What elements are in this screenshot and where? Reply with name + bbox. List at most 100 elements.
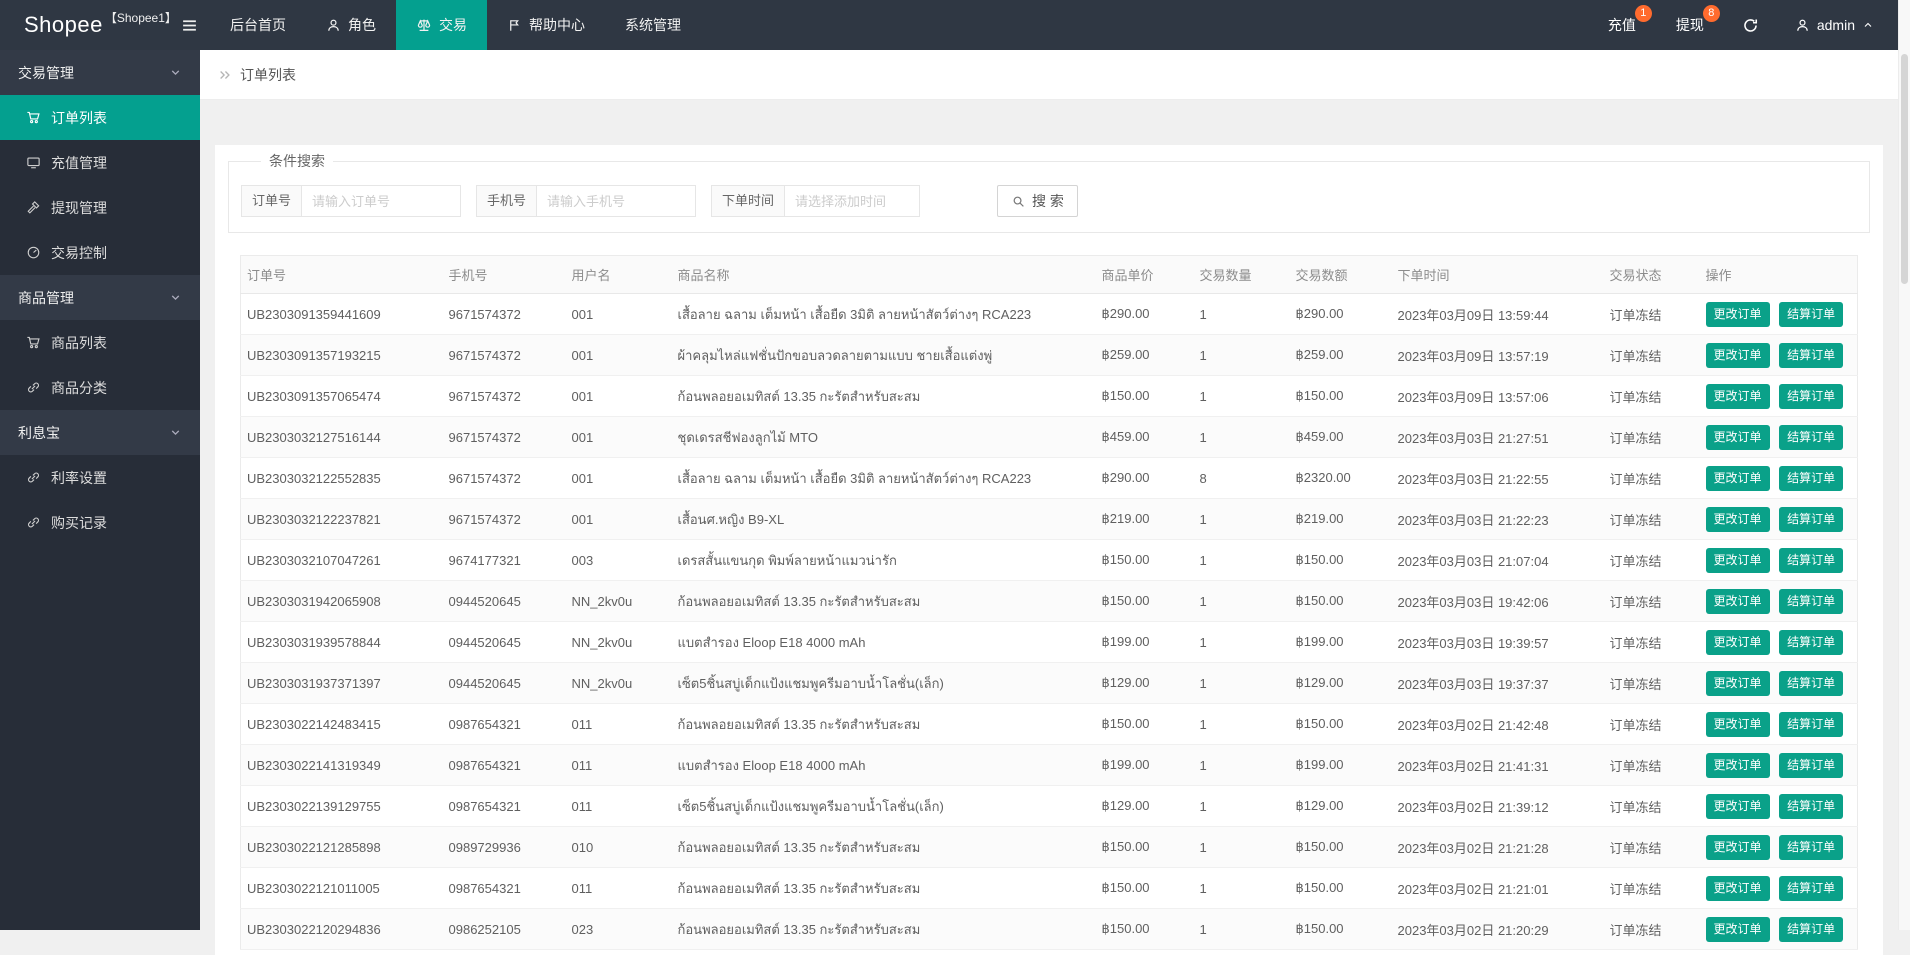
table-row: UB2303091359441609 9671574372 001 เสื้อล… [240, 293, 1858, 335]
cell-amount: ฿150.00 [1289, 375, 1392, 417]
cell-product-name: เซ็ต5ชิ้นสบู่เด็กแป้งแชมพูครีมอาบน้ำโลชั… [671, 785, 1096, 827]
cell-order-time: 2023年03月09日 13:57:19 [1391, 334, 1604, 376]
edit-order-button[interactable]: 更改订单 [1705, 465, 1770, 491]
sidebar-toggle-button[interactable] [168, 0, 210, 50]
cell-product-name: ผ้าคลุมไหล่แฟชั่นปักขอบลวดลายตามแบบ ชายเ… [671, 334, 1096, 376]
phone-filter-group: 手机号 [476, 185, 697, 217]
sidebar-item-recharge-management[interactable]: 充值管理 [0, 140, 200, 185]
settle-order-button[interactable]: 结算订单 [1779, 383, 1844, 409]
cell-amount: ฿2320.00 [1289, 457, 1392, 499]
cell-status: 订单冻结 [1603, 867, 1700, 909]
table-row: UB2303022121011005 0987654321 011 ก้อนพล… [240, 867, 1858, 909]
withdraw-notice-button[interactable]: 提现 8 [1656, 0, 1724, 50]
refresh-button[interactable] [1724, 0, 1777, 50]
edit-order-button[interactable]: 更改订单 [1705, 424, 1770, 450]
edit-order-button[interactable]: 更改订单 [1705, 916, 1770, 942]
phone-filter-label: 手机号 [476, 185, 537, 217]
cell-order-no: UB2303022121285898 [240, 826, 443, 868]
user-icon [1795, 18, 1810, 33]
user-menu[interactable]: admin [1777, 0, 1898, 50]
cell-phone: 9671574372 [442, 375, 566, 417]
cell-unit-price: ฿199.00 [1095, 621, 1194, 663]
nav-item-system[interactable]: 系统管理 [605, 0, 701, 50]
cell-order-time: 2023年03月09日 13:57:06 [1391, 375, 1604, 417]
user-icon [326, 18, 341, 33]
column-header-order-no: 订单号 [240, 255, 443, 294]
sidebar-item-rate-settings[interactable]: 利率设置 [0, 455, 200, 500]
edit-order-button[interactable]: 更改订单 [1705, 793, 1770, 819]
scales-icon [416, 17, 432, 33]
settle-order-button[interactable]: 结算订单 [1779, 670, 1844, 696]
chevron-up-icon [1862, 19, 1874, 31]
edit-order-button[interactable]: 更改订单 [1705, 342, 1770, 368]
cell-unit-price: ฿199.00 [1095, 744, 1194, 786]
page-scrollbar[interactable] [1898, 0, 1910, 930]
settle-order-button[interactable]: 结算订单 [1779, 506, 1844, 532]
nav-item-dashboard[interactable]: 后台首页 [210, 0, 306, 50]
edit-order-button[interactable]: 更改订单 [1705, 752, 1770, 778]
sidebar-section-product-management[interactable]: 商品管理 [0, 275, 200, 320]
sidebar-section-lixibao[interactable]: 利息宝 [0, 410, 200, 455]
search-button[interactable]: 搜 索 [997, 185, 1078, 217]
edit-order-button[interactable]: 更改订单 [1705, 834, 1770, 860]
sidebar-item-label: 利率设置 [51, 469, 107, 486]
settle-order-button[interactable]: 结算订单 [1779, 629, 1844, 655]
sidebar-item-label: 交易控制 [51, 244, 107, 261]
settle-order-button[interactable]: 结算订单 [1779, 301, 1844, 327]
cell-unit-price: ฿219.00 [1095, 498, 1194, 540]
phone-input[interactable] [536, 185, 697, 217]
settle-order-button[interactable]: 结算订单 [1779, 875, 1844, 901]
settle-order-button[interactable]: 结算订单 [1779, 793, 1844, 819]
settle-order-button[interactable]: 结算订单 [1779, 424, 1844, 450]
sidebar-item-withdraw-management[interactable]: 提现管理 [0, 185, 200, 230]
column-header-quantity: 交易数量 [1193, 255, 1290, 294]
nav-item-help[interactable]: 帮助中心 [487, 0, 605, 50]
cell-quantity: 1 [1193, 826, 1290, 868]
order-no-input[interactable] [301, 185, 462, 217]
order-time-input[interactable] [784, 185, 921, 217]
settle-order-button[interactable]: 结算订单 [1779, 465, 1844, 491]
settle-order-button[interactable]: 结算订单 [1779, 834, 1844, 860]
edit-order-button[interactable]: 更改订单 [1705, 383, 1770, 409]
search-panel-legend: 条件搜索 [269, 153, 325, 169]
edit-order-button[interactable]: 更改订单 [1705, 629, 1770, 655]
sidebar-item-label: 提现管理 [51, 199, 107, 216]
settle-order-button[interactable]: 结算订单 [1779, 547, 1844, 573]
edit-order-button[interactable]: 更改订单 [1705, 547, 1770, 573]
cell-quantity: 1 [1193, 744, 1290, 786]
edit-order-button[interactable]: 更改订单 [1705, 506, 1770, 532]
cell-phone: 9671574372 [442, 334, 566, 376]
nav-item-label: 系统管理 [625, 17, 681, 33]
sidebar-item-product-list[interactable]: 商品列表 [0, 320, 200, 365]
cell-unit-price: ฿290.00 [1095, 293, 1194, 335]
sidebar-item-product-category[interactable]: 商品分类 [0, 365, 200, 410]
cell-actions: 更改订单 结算订单 [1699, 662, 1858, 704]
settle-order-button[interactable]: 结算订单 [1779, 588, 1844, 614]
sidebar-section-trade-management[interactable]: 交易管理 [0, 50, 200, 95]
cell-username: 011 [565, 867, 672, 909]
edit-order-button[interactable]: 更改订单 [1705, 711, 1770, 737]
sidebar-item-purchase-records[interactable]: 购买记录 [0, 500, 200, 545]
cell-amount: ฿150.00 [1289, 826, 1392, 868]
recharge-notice-button[interactable]: 充值 1 [1588, 0, 1656, 50]
scrollbar-thumb[interactable] [1901, 54, 1908, 284]
cell-actions: 更改订单 结算订单 [1699, 744, 1858, 786]
sidebar-item-order-list[interactable]: 订单列表 [0, 95, 200, 140]
sidebar-item-trade-control[interactable]: 交易控制 [0, 230, 200, 275]
settle-order-button[interactable]: 结算订单 [1779, 711, 1844, 737]
cell-username: 011 [565, 703, 672, 745]
edit-order-button[interactable]: 更改订单 [1705, 670, 1770, 696]
cell-amount: ฿150.00 [1289, 908, 1392, 950]
edit-order-button[interactable]: 更改订单 [1705, 588, 1770, 614]
settle-order-button[interactable]: 结算订单 [1779, 342, 1844, 368]
nav-item-roles[interactable]: 角色 [306, 0, 396, 50]
settle-order-button[interactable]: 结算订单 [1779, 916, 1844, 942]
edit-order-button[interactable]: 更改订单 [1705, 875, 1770, 901]
cell-actions: 更改订单 结算订单 [1699, 293, 1858, 335]
cell-username: NN_2kv0u [565, 621, 672, 663]
edit-order-button[interactable]: 更改订单 [1705, 301, 1770, 327]
cell-username: 001 [565, 293, 672, 335]
cell-amount: ฿150.00 [1289, 539, 1392, 581]
settle-order-button[interactable]: 结算订单 [1779, 752, 1844, 778]
nav-item-trade[interactable]: 交易 [396, 0, 487, 50]
